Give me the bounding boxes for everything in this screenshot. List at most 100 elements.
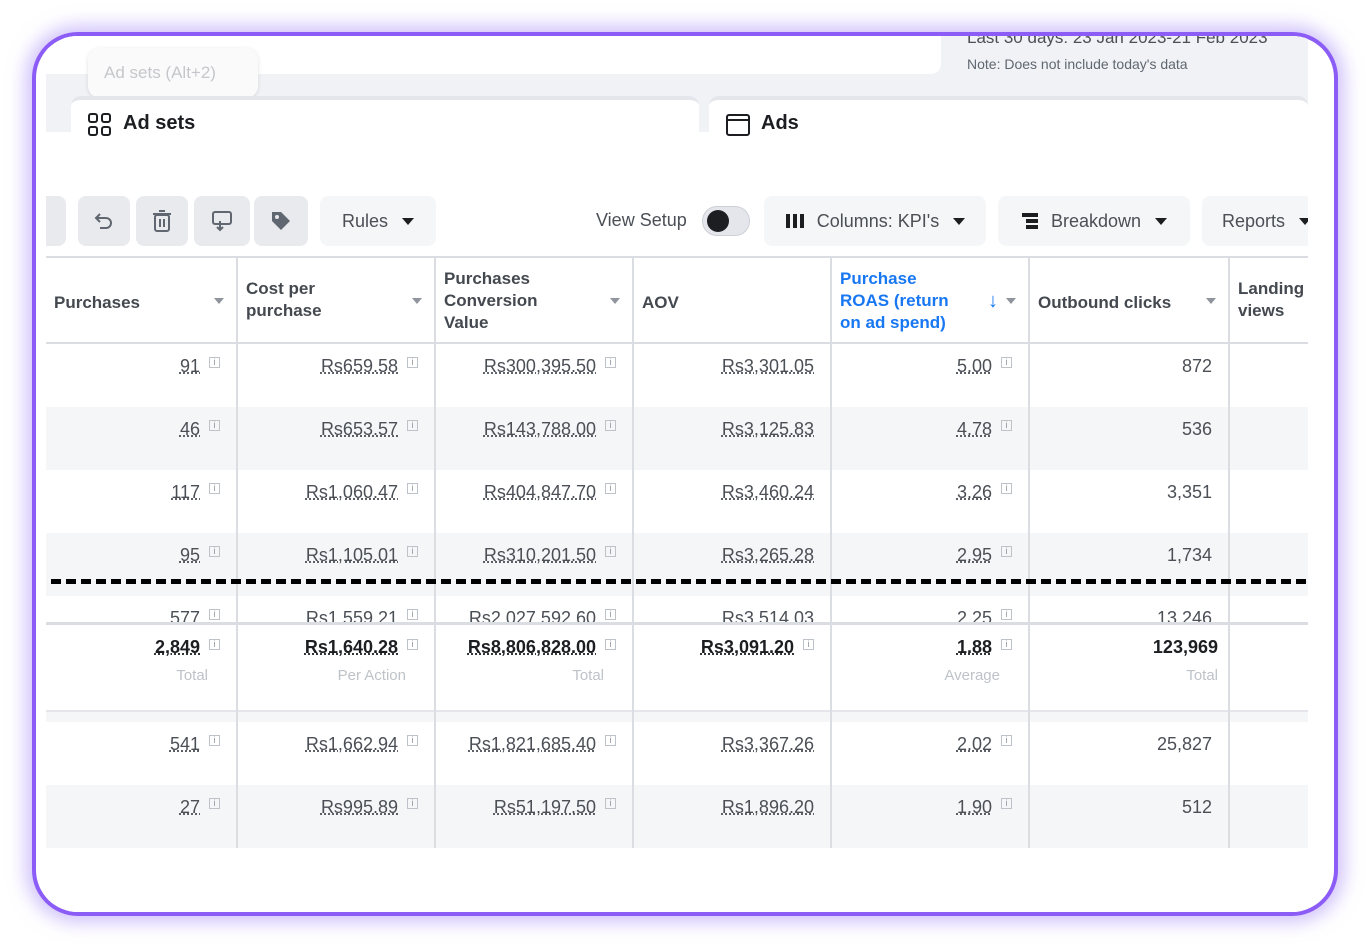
total-conv-value[interactable]: Rs8,806,828.00	[468, 637, 596, 658]
cell-value[interactable]: Rs1,821,685.40	[469, 734, 596, 755]
total-purchases: 2,849 i Total	[46, 625, 238, 712]
date-range[interactable]: Last 30 days: 23 Jan 2023-21 Feb 2023 No…	[951, 36, 1308, 76]
tooltip: Ad sets (Alt+2)	[88, 48, 258, 98]
cell-value[interactable]: Rs995.89	[321, 797, 398, 818]
info-icon: i	[209, 483, 220, 494]
col-header-conversion-value[interactable]: Purchases Conversion Value	[436, 258, 634, 344]
rules-dropdown[interactable]: Rules	[320, 196, 436, 246]
cell-value[interactable]: Rs300,395.50	[484, 356, 596, 377]
info-icon: i	[605, 735, 616, 746]
total-aov-value[interactable]: Rs3,091.20	[701, 637, 794, 658]
cell-value: 536	[1181, 419, 1212, 439]
cell-value[interactable]: 1.90	[957, 797, 992, 818]
col-header-landing-views[interactable]: Landing views	[1230, 258, 1308, 344]
cell-aov: Rs3,460.24	[634, 470, 832, 533]
table-header: Purchases Cost per purchase Purchases Co…	[46, 256, 1308, 344]
cell-conv: Rs51,197.50 i	[436, 785, 634, 848]
delete-button[interactable]	[136, 196, 188, 246]
info-icon: i	[605, 798, 616, 809]
info-icon: i	[209, 357, 220, 368]
cell-value[interactable]: 3.26	[957, 482, 992, 503]
tag-button[interactable]	[254, 196, 308, 246]
cell-value[interactable]: 541	[170, 734, 200, 755]
col-header-line: purchase	[246, 301, 322, 320]
cell-value[interactable]: 5.00	[957, 356, 992, 377]
total-cost-value[interactable]: Rs1,640.28	[305, 637, 398, 658]
date-range-label: Last 30 days: 23 Jan 2023-21 Feb 2023	[967, 36, 1268, 47]
undo-icon	[94, 213, 112, 229]
cell-value[interactable]: Rs3,367.26	[722, 734, 814, 755]
cell-value[interactable]: Rs1,105.01	[306, 545, 398, 566]
cell-value[interactable]: Rs1,896.20	[722, 797, 814, 818]
view-setup-toggle[interactable]	[702, 206, 750, 236]
cell-value[interactable]: 117	[171, 482, 200, 503]
cell-clicks: 25,827	[1030, 722, 1230, 785]
tab-ad-sets[interactable]: Ad sets	[71, 96, 699, 152]
chevron-down-icon	[402, 217, 415, 225]
cell-conv: Rs310,201.50 i	[436, 533, 634, 596]
cell-clicks: 1,734	[1030, 533, 1230, 596]
cell-value[interactable]: 91	[180, 356, 200, 377]
cell-landing-views	[1230, 722, 1308, 785]
columns-dropdown[interactable]: Columns: KPI's	[764, 196, 986, 246]
col-header-outbound-clicks[interactable]: Outbound clicks	[1030, 258, 1230, 344]
col-header-purchases[interactable]: Purchases	[46, 258, 238, 344]
total-conversion-value: Rs8,806,828.00 i Total	[436, 625, 634, 712]
chevron-down-icon	[953, 217, 966, 225]
cell-value[interactable]: 27	[180, 797, 200, 818]
cell-value[interactable]: Rs3,265.28	[722, 545, 814, 566]
cell-value[interactable]: Rs3,125.83	[722, 419, 814, 440]
info-icon: i	[407, 357, 418, 368]
more-actions-button[interactable]	[46, 196, 66, 246]
ad-sets-icon	[88, 113, 111, 136]
info-icon: i	[1001, 609, 1012, 620]
cell-value[interactable]: Rs143,788.00	[484, 419, 596, 440]
cell-value[interactable]: Rs659.58	[321, 356, 398, 377]
info-icon: i	[605, 546, 616, 557]
cell-purchases: 541 i	[46, 722, 238, 785]
breakdown-dropdown[interactable]: Breakdown	[998, 196, 1190, 246]
info-icon: i	[407, 798, 418, 809]
tab-ads-label: Ads	[761, 112, 799, 134]
date-range-note: Note: Does not include today's data	[967, 56, 1188, 72]
info-icon: i	[803, 639, 814, 650]
col-header-cost-per-purchase[interactable]: Cost per purchase	[238, 258, 436, 344]
info-icon: i	[407, 420, 418, 431]
cell-value[interactable]: Rs3,460.24	[722, 482, 814, 503]
cell-value[interactable]: Rs310,201.50	[484, 545, 596, 566]
info-icon: i	[605, 357, 616, 368]
ab-test-icon	[212, 211, 232, 232]
info-icon: i	[605, 609, 616, 620]
tab-ads[interactable]: Ads	[709, 96, 1308, 152]
ads-icon	[726, 114, 750, 136]
cell-value[interactable]: Rs3,301.05	[722, 356, 814, 377]
cell-value[interactable]: Rs1,662.94	[306, 734, 398, 755]
info-icon: i	[209, 639, 220, 650]
col-header-aov[interactable]: AOV	[634, 258, 832, 344]
col-header-roas[interactable]: Purchase ROAS (return on ad spend) ↓	[832, 258, 1030, 344]
cell-value[interactable]: 2.02	[957, 734, 992, 755]
cell-roas: 1.90 i	[832, 785, 1030, 848]
info-icon: i	[1001, 420, 1012, 431]
cell-clicks: 512	[1030, 785, 1230, 848]
reports-dropdown[interactable]: Reports	[1202, 196, 1308, 246]
cell-value[interactable]: 95	[180, 545, 200, 566]
cell-roas: 2.95 i	[832, 533, 1030, 596]
cell-purchases: 95 i	[46, 533, 238, 596]
total-purchases-value[interactable]: 2,849	[155, 637, 200, 658]
cell-conv: Rs143,788.00 i	[436, 407, 634, 470]
total-roas-value[interactable]: 1.88	[957, 637, 992, 658]
ab-test-button[interactable]	[194, 196, 250, 246]
cell-roas: 4.78 i	[832, 407, 1030, 470]
cell-value[interactable]: Rs653.57	[321, 419, 398, 440]
cell-value[interactable]: Rs51,197.50	[494, 797, 596, 818]
undo-button[interactable]	[78, 196, 130, 246]
cell-value[interactable]: Rs1,060.47	[306, 482, 398, 503]
toggle-knob	[707, 210, 729, 232]
cell-value[interactable]: 46	[180, 419, 200, 440]
cell-cost: Rs1,105.01 i	[238, 533, 436, 596]
cell-value[interactable]: 2.95	[957, 545, 992, 566]
cell-value[interactable]: Rs404,847.70	[484, 482, 596, 503]
cell-value[interactable]: 4.78	[957, 419, 992, 440]
tab-ad-sets-label: Ad sets	[123, 112, 196, 134]
